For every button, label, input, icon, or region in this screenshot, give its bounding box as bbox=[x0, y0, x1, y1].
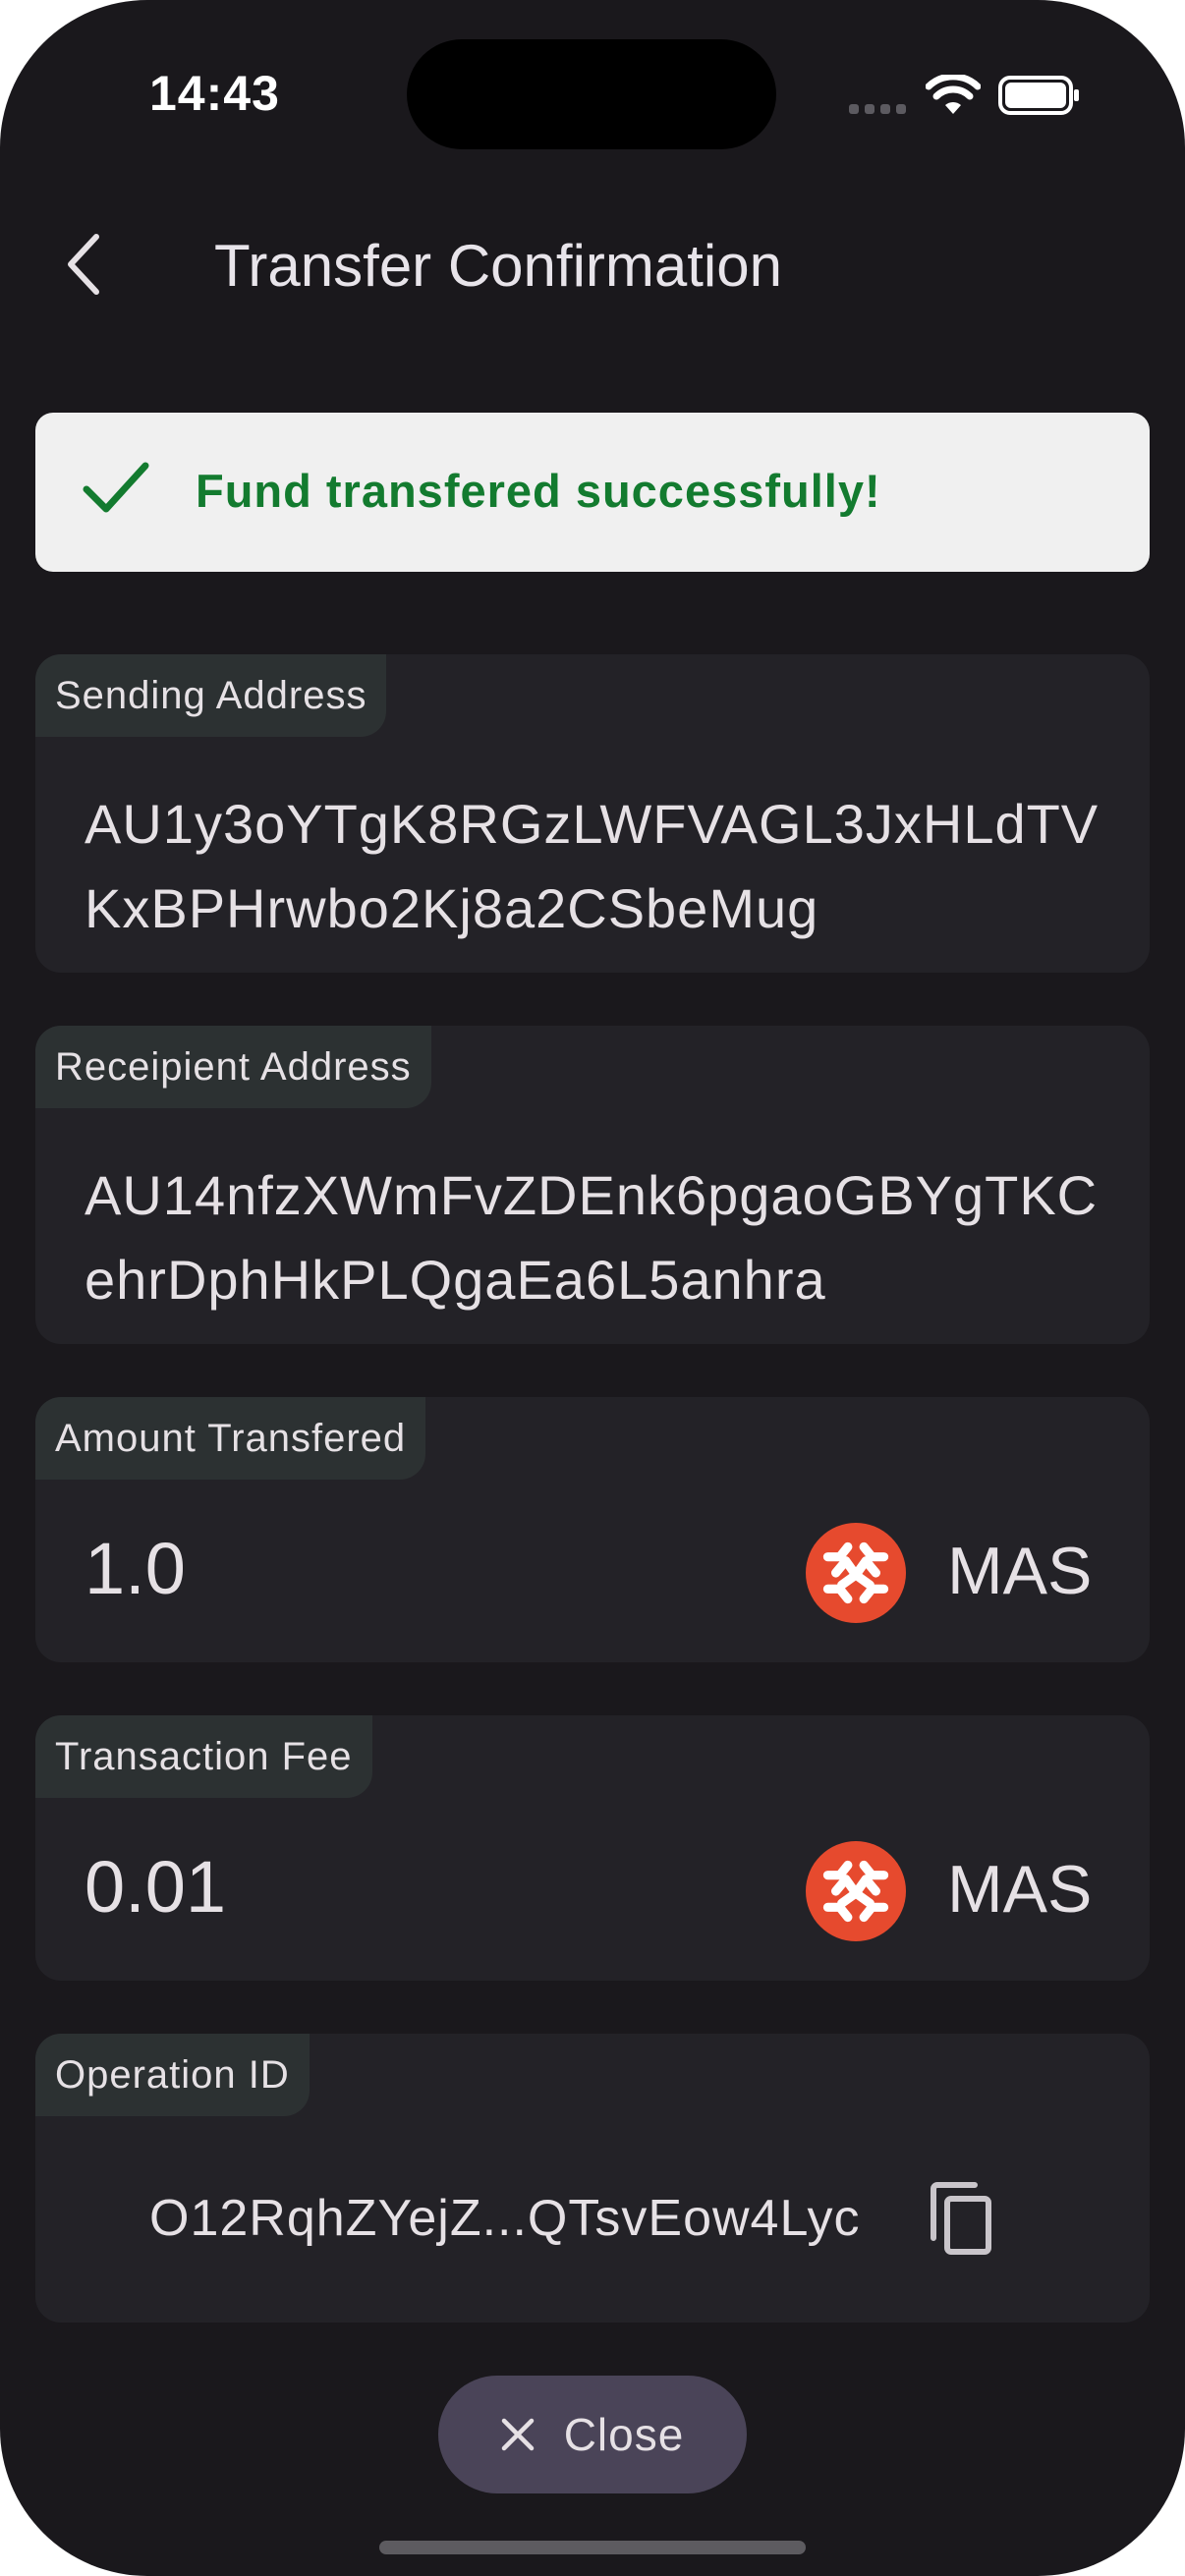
wifi-icon bbox=[926, 75, 981, 114]
recipient-address-label: Receipient Address bbox=[35, 1026, 431, 1108]
fee-card: Transaction Fee 0.01 MAS bbox=[35, 1715, 1150, 1981]
check-icon bbox=[83, 462, 149, 513]
sending-address-card: Sending Address AU1y3oYTgK8RGzLWFVAGL3Jx… bbox=[35, 654, 1150, 973]
amount-token: MAS bbox=[947, 1534, 1093, 1608]
recipient-address-card: Receipient Address AU14nfzXWmFvZDEnk6pga… bbox=[35, 1026, 1150, 1344]
massa-token-icon bbox=[806, 1841, 906, 1941]
copy-icon[interactable] bbox=[928, 2181, 994, 2256]
phone-screen: 14:43 Transfer Confirmation Fund transfe… bbox=[0, 0, 1185, 2576]
massa-token-icon bbox=[806, 1523, 906, 1623]
amount-value: 1.0 bbox=[85, 1528, 186, 1609]
success-banner: Fund transfered successfully! bbox=[35, 413, 1150, 572]
fee-value: 0.01 bbox=[85, 1846, 227, 1928]
home-indicator[interactable] bbox=[379, 2541, 806, 2554]
operation-id-value[interactable]: O12RqhZYejZ...QTsvEow4Lyc bbox=[149, 2189, 860, 2248]
close-button[interactable]: Close bbox=[438, 2376, 747, 2493]
back-button[interactable] bbox=[55, 222, 114, 307]
sending-address-value: AU1y3oYTgK8RGzLWFVAGL3JxHLdTVKxBPHrwbo2K… bbox=[85, 793, 1100, 939]
operation-id-label: Operation ID bbox=[35, 2034, 310, 2116]
close-button-label: Close bbox=[563, 2409, 685, 2460]
fee-token: MAS bbox=[947, 1852, 1093, 1927]
chevron-left-icon bbox=[68, 234, 99, 295]
operation-id-card: Operation ID O12RqhZYejZ...QTsvEow4Lyc bbox=[35, 2034, 1150, 2323]
amount-label: Amount Transfered bbox=[35, 1397, 426, 1480]
close-icon bbox=[501, 2418, 534, 2451]
sending-address-label: Sending Address bbox=[35, 654, 387, 737]
recipient-address-value: AU14nfzXWmFvZDEnk6pgaoGBYgTKCehrDphHkPLQ… bbox=[85, 1164, 1099, 1311]
status-time: 14:43 bbox=[149, 66, 280, 121]
amount-card: Amount Transfered 1.0 MAS bbox=[35, 1397, 1150, 1662]
cellular-signal-icon bbox=[849, 104, 906, 114]
dynamic-island bbox=[407, 39, 776, 149]
battery-icon bbox=[998, 76, 1079, 115]
page-title: Transfer Confirmation bbox=[214, 233, 782, 299]
fee-label: Transaction Fee bbox=[35, 1715, 372, 1798]
success-message: Fund transfered successfully! bbox=[196, 465, 881, 517]
